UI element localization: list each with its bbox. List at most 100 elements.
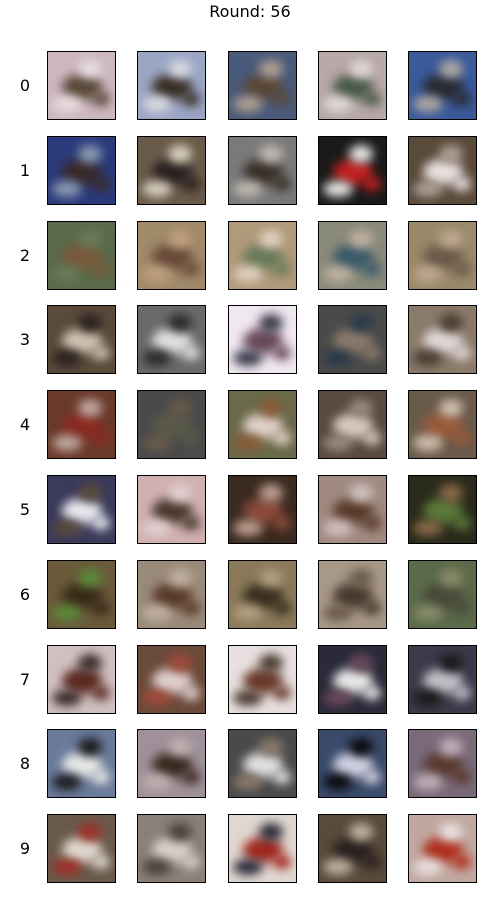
row-label: 7: [19, 669, 31, 689]
row-label: 3: [19, 329, 31, 349]
image-blob: [323, 435, 353, 451]
image-blob: [413, 859, 443, 875]
image-blob: [52, 520, 82, 536]
image-blob: [168, 60, 192, 78]
image-blob: [453, 855, 471, 869]
generated-image-tile: [137, 390, 206, 459]
generated-image-tile: [318, 645, 387, 714]
image-blob: [363, 346, 381, 360]
generated-image-tile: [318, 221, 387, 290]
generated-image-tile: [318, 390, 387, 459]
generated-image-tile: [408, 475, 477, 544]
image-blob: [349, 145, 373, 163]
generated-image-tile: [228, 221, 297, 290]
image-blob: [182, 431, 200, 445]
image-blob: [363, 177, 381, 191]
image-blob: [323, 774, 353, 790]
image-blob: [52, 96, 82, 112]
image-blob: [92, 770, 110, 784]
image-blob: [78, 145, 102, 163]
image-blob: [92, 855, 110, 869]
image-blob: [363, 601, 381, 615]
image-blob: [323, 96, 353, 112]
generated-image-tile: [137, 560, 206, 629]
image-blob: [349, 569, 373, 587]
image-blob: [413, 520, 443, 536]
generated-image-tile: [408, 560, 477, 629]
generated-image-tile: [318, 305, 387, 374]
image-blob: [168, 484, 192, 502]
image-blob: [233, 266, 263, 282]
generated-image-tile: [137, 51, 206, 120]
image-blob: [273, 92, 291, 106]
image-blob: [439, 654, 463, 672]
image-blob: [52, 350, 82, 366]
image-blob: [323, 350, 353, 366]
image-blob: [168, 823, 192, 841]
image-blob: [52, 435, 82, 451]
generated-image-tile: [408, 51, 477, 120]
image-blob: [363, 770, 381, 784]
image-blob: [142, 266, 172, 282]
generated-image-tile: [47, 475, 116, 544]
image-blob: [453, 431, 471, 445]
image-blob: [349, 230, 373, 248]
image-blob: [233, 774, 263, 790]
image-blob: [453, 262, 471, 276]
generated-image-tile: [47, 51, 116, 120]
image-blob: [182, 855, 200, 869]
generated-image-tile: [137, 814, 206, 883]
image-blob: [413, 181, 443, 197]
image-blob: [168, 399, 192, 417]
image-blob: [78, 230, 102, 248]
generated-image-tile: [408, 305, 477, 374]
image-blob: [142, 605, 172, 621]
generated-image-tile: [137, 645, 206, 714]
generated-image-tile: [47, 390, 116, 459]
image-blob: [453, 686, 471, 700]
row-label: 4: [19, 414, 31, 434]
generated-image-tile: [47, 305, 116, 374]
generated-image-tile: [408, 136, 477, 205]
image-blob: [233, 435, 263, 451]
generated-image-tile: [408, 645, 477, 714]
image-blob: [273, 262, 291, 276]
image-blob: [439, 738, 463, 756]
image-blob: [349, 60, 373, 78]
image-blob: [439, 230, 463, 248]
image-blob: [413, 774, 443, 790]
image-blob: [52, 690, 82, 706]
image-blob: [142, 181, 172, 197]
image-blob: [349, 399, 373, 417]
generated-image-tile: [47, 729, 116, 798]
row-label: 0: [19, 75, 31, 95]
image-blob: [259, 230, 283, 248]
image-blob: [439, 399, 463, 417]
image-blob: [439, 484, 463, 502]
generated-image-tile: [137, 136, 206, 205]
image-blob: [233, 859, 263, 875]
image-blob: [259, 314, 283, 332]
image-blob: [142, 859, 172, 875]
image-blob: [142, 350, 172, 366]
image-blob: [273, 516, 291, 530]
image-blob: [78, 823, 102, 841]
row-label: 2: [19, 245, 31, 265]
image-blob: [78, 484, 102, 502]
generated-image-tile: [318, 51, 387, 120]
image-blob: [233, 181, 263, 197]
image-blob: [142, 520, 172, 536]
image-blob: [413, 435, 443, 451]
image-blob: [413, 605, 443, 621]
image-blob: [259, 654, 283, 672]
image-blob: [52, 774, 82, 790]
image-blob: [259, 738, 283, 756]
image-blob: [233, 96, 263, 112]
image-blob: [259, 484, 283, 502]
row-label: 5: [19, 499, 31, 519]
image-blob: [233, 350, 263, 366]
generated-image-tile: [137, 729, 206, 798]
image-blob: [413, 690, 443, 706]
generated-image-tile: [408, 729, 477, 798]
image-blob: [168, 738, 192, 756]
